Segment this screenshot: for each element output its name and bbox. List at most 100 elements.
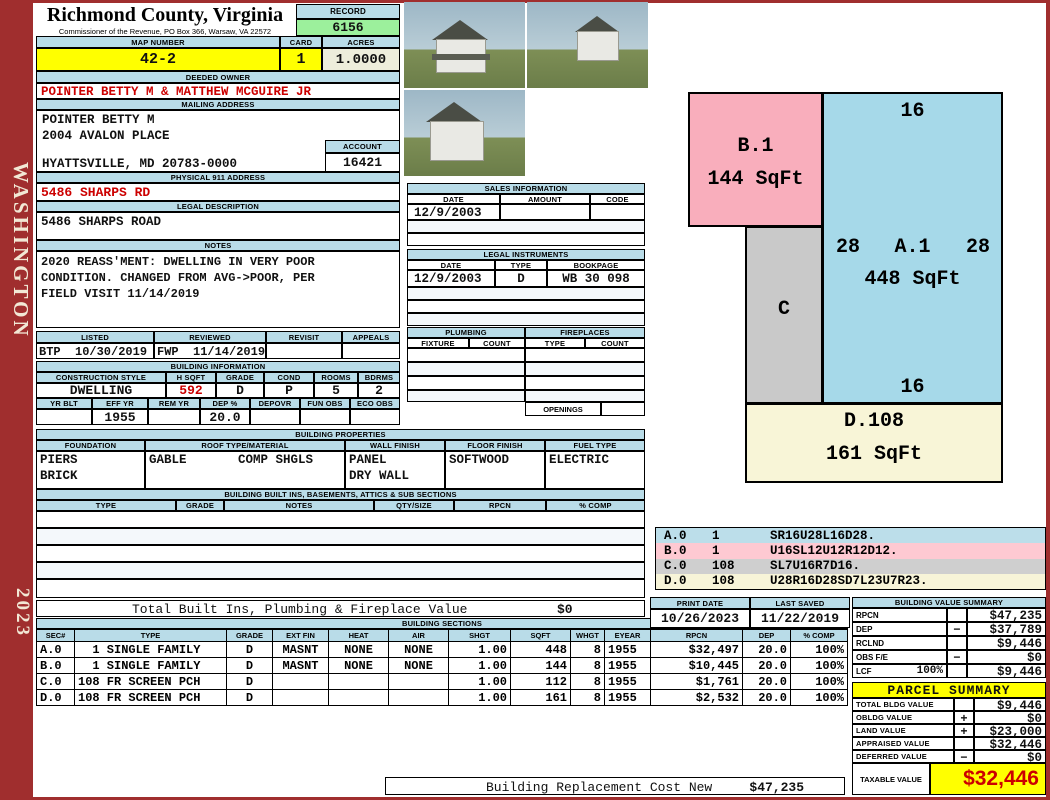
photo-roof-shape: [426, 102, 482, 122]
ps-appraised-label: APPRAISED VALUE: [852, 737, 954, 750]
appeals-value: [342, 343, 400, 359]
vs-dep-op: −: [947, 622, 967, 637]
sketch-b-label: B.1: [737, 135, 774, 158]
funobs-value: [300, 409, 350, 425]
openings-label: OPENINGS: [525, 402, 601, 416]
revisit-label: REVISIT: [266, 331, 342, 343]
notes-line-2: CONDITION. CHANGED FROM AVG->POOR, PER: [41, 271, 315, 285]
acres-value: 1.0000: [322, 48, 400, 71]
property-photo-side[interactable]: [527, 2, 648, 88]
construction-style-label: CONSTRUCTION STYLE: [36, 372, 166, 383]
legend-row-c: C.0 108 SL7U16R7D16.: [656, 558, 1045, 574]
foundation-label: FOUNDATION: [36, 440, 145, 451]
ps-appraised-op: [954, 737, 974, 750]
grade-label: GRADE: [216, 372, 264, 383]
property-photo-rear[interactable]: [404, 90, 525, 176]
cell: 20.0: [742, 657, 791, 674]
vs-label-text: RPCN: [856, 610, 879, 620]
sales-empty-row: [407, 233, 645, 246]
reviewed-label: REVIEWED: [154, 331, 266, 343]
ps-deferred-op: −: [954, 750, 974, 765]
vs-lcf-op: [947, 664, 967, 678]
cell: D: [226, 657, 273, 674]
mailing-address-label: MAILING ADDRESS: [36, 99, 400, 110]
sketch-b-sqft: 144 SqFt: [707, 168, 804, 191]
vs-label-text: DEP: [856, 624, 873, 634]
ps-land-value: $23,000: [974, 724, 1046, 739]
cond-label: COND: [264, 372, 314, 383]
wall-finish-label: WALL FINISH: [345, 440, 445, 451]
ps-obldg-value: $0: [974, 711, 1046, 726]
cell: 1.00: [448, 673, 511, 690]
cell: MASNT: [272, 641, 329, 658]
record-label: RECORD: [296, 4, 400, 19]
sales-information-title: SALES INFORMATION: [407, 183, 645, 194]
sales-row-date: 12/9/2003: [407, 204, 500, 220]
state-vertical-label: WASHINGTON: [9, 161, 33, 339]
built-ins-empty-row: [36, 511, 645, 528]
construction-style-value: DWELLING: [36, 383, 166, 398]
hsqft-label: H SQFT: [166, 372, 216, 383]
map-number-value: 42-2: [36, 48, 280, 71]
plumbing-empty-row: [407, 362, 525, 376]
appeals-label: APPEALS: [342, 331, 400, 343]
property-photo-front[interactable]: [404, 2, 525, 88]
building-sections-table: SEC# TYPE GRADE EXT FIN HEAT AIR SHGT SQ…: [36, 629, 848, 706]
legal-description-value: 5486 SHARPS ROAD: [41, 215, 162, 229]
taxable-value: $32,446: [963, 767, 1039, 790]
building-sections-header-row: SEC# TYPE GRADE EXT FIN HEAT AIR SHGT SQ…: [36, 629, 848, 642]
cell: [388, 689, 449, 706]
sketch-a-dim-top: 16: [900, 100, 925, 123]
cell: [328, 673, 389, 690]
property-record-card: WASHINGTON 2023 Richmond County, Virgini…: [0, 0, 1050, 800]
listed-label: LISTED: [36, 331, 154, 343]
ps-label-text: LAND VALUE: [856, 726, 906, 735]
parcel-summary-title: PARCEL SUMMARY: [852, 682, 1046, 698]
sketch-section-b: [688, 92, 823, 227]
roof-type-value: GABLE: [149, 453, 187, 467]
cell: NONE: [388, 641, 449, 658]
sketch-a-dim-left: 28: [835, 236, 860, 259]
effyr-value: 1955: [92, 409, 148, 425]
built-ins-total-value: $0: [557, 602, 573, 617]
sales-row-code: [590, 204, 645, 220]
cell: 20.0: [742, 689, 791, 706]
cell: 1 SINGLE FAMILY: [74, 641, 227, 658]
col-comp: % COMP: [790, 629, 848, 642]
cell: 100%: [790, 673, 848, 690]
physical-address-label: PHYSICAL 911 ADDRESS: [36, 172, 400, 183]
cell: 8: [570, 673, 605, 690]
legend-num: 1: [712, 543, 720, 558]
deeded-owner-value: POINTER BETTY M & MATTHEW MCGUIRE JR: [36, 83, 400, 99]
sketch-d-label: D.108: [843, 410, 904, 433]
cell: D: [226, 673, 273, 690]
vs-lcf-pct: 100%: [916, 665, 943, 677]
physical-address-value: 5486 SHARPS RD: [36, 183, 400, 201]
foundation-value-1: PIERS: [40, 453, 78, 467]
col-heat: HEAT: [328, 629, 389, 642]
vs-rclnd-label: RCLND: [852, 636, 947, 650]
cell: NONE: [328, 641, 389, 658]
fireplace-empty-row: [525, 376, 645, 390]
openings-value: [601, 402, 645, 416]
fuel-type-box: ELECTRIC: [545, 451, 645, 489]
built-ins-total-label: Total Built Ins, Plumbing & Fireplace Va…: [132, 602, 468, 617]
yrblt-value: [36, 409, 92, 425]
cell: 20.0: [742, 673, 791, 690]
col-grade: GRADE: [226, 629, 273, 642]
legend-sec: C.0: [664, 559, 687, 574]
replacement-cost-row: Building Replacement Cost New $47,235: [385, 777, 845, 795]
cell: NONE: [328, 657, 389, 674]
mailing-line-3: HYATTSVILLE, MD 20783-0000: [42, 157, 238, 171]
col-extfin: EXT FIN: [272, 629, 329, 642]
cell: 8: [570, 641, 605, 658]
legal-description-label: LEGAL DESCRIPTION: [36, 201, 400, 212]
instrument-empty-row: [407, 287, 645, 300]
plumbing-empty-row: [407, 376, 525, 390]
cell: [328, 689, 389, 706]
legal-instruments-title: LEGAL INSTRUMENTS: [407, 249, 645, 260]
acres-label: ACRES: [322, 36, 400, 48]
legend-row-b: B.0 1 U16SL12U12R12D12.: [656, 543, 1045, 559]
rooms-value: 5: [314, 383, 358, 398]
vs-rclnd-value: $9,446: [967, 636, 1046, 651]
